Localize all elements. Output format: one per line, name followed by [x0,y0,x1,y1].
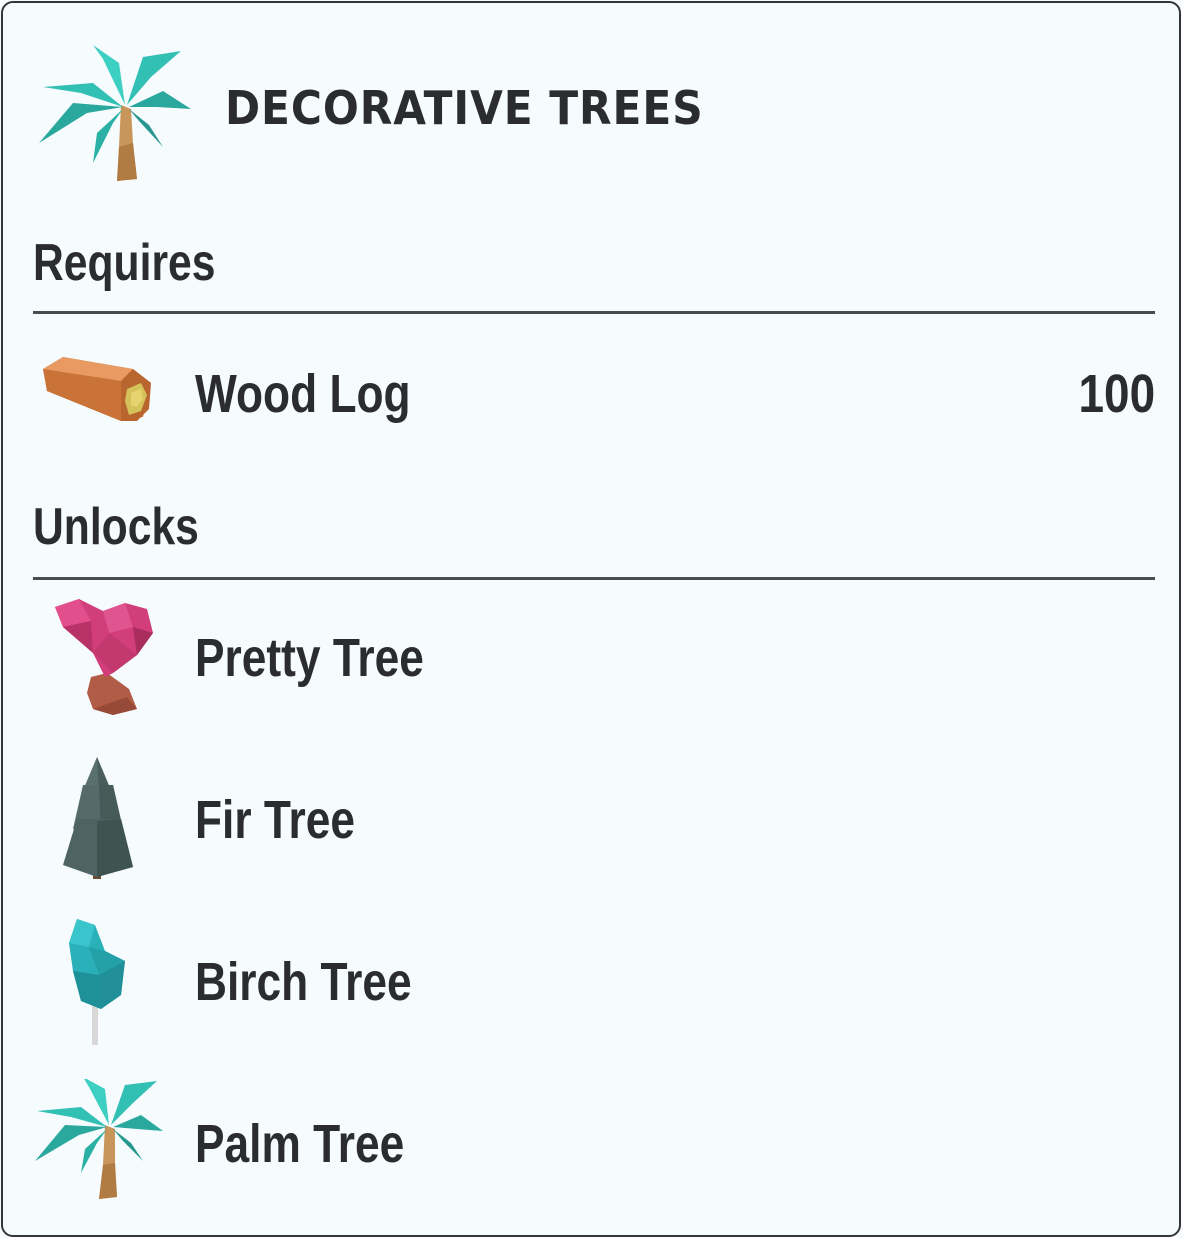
unlock-row-palm-tree: Palm Tree [33,1079,1155,1209]
unlock-label: Palm Tree [195,1114,405,1174]
unlock-label: Birch Tree [195,952,412,1012]
palm-tree-icon [35,1079,163,1199]
page-title: DECORATIVE TREES [225,81,704,135]
palm-tree-icon [39,45,191,181]
requirement-amount: 100 [1078,364,1155,424]
requires-divider [33,311,1155,314]
unlock-label: Pretty Tree [195,628,424,688]
unlock-label: Fir Tree [195,790,355,850]
recipe-card: DECORATIVE TREES Requires Wood Log 100 U… [1,1,1181,1237]
pretty-tree-icon [55,599,153,715]
unlocks-divider [33,577,1155,580]
card-header [33,43,193,183]
wood-log-icon [43,357,151,421]
requires-heading: Requires [33,234,216,292]
requirement-label: Wood Log [195,364,411,424]
fir-tree-icon [63,757,133,879]
unlocks-heading: Unlocks [33,498,199,556]
birch-tree-icon [69,919,125,1045]
unlock-row-fir-tree: Fir Tree [33,755,1155,885]
requirement-row-wood-log: Wood Log 100 [33,329,1155,459]
unlock-row-pretty-tree: Pretty Tree [33,593,1155,723]
unlock-row-birch-tree: Birch Tree [33,917,1155,1047]
